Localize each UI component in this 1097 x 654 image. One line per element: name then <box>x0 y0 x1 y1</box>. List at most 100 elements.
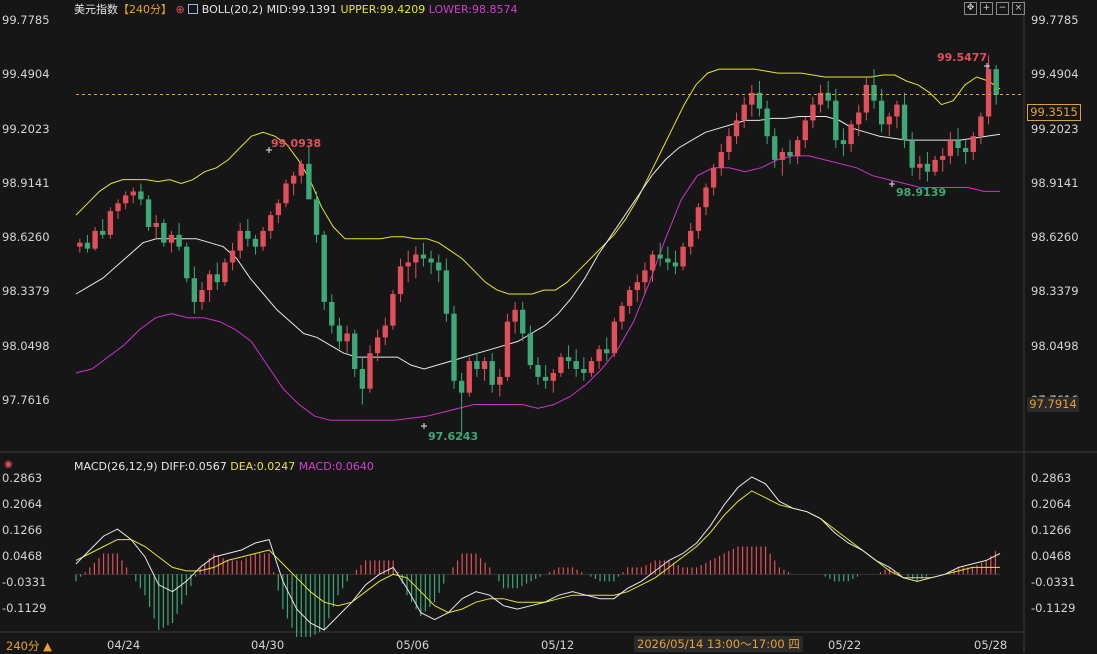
macd-value: MACD:0.0640 <box>298 460 374 473</box>
crosshair-time-label: 2026/05/14 13:00～17:00 四 <box>634 636 803 652</box>
target-icon[interactable]: ◉ <box>4 458 13 471</box>
candle-body <box>535 365 541 377</box>
candle-body <box>649 254 656 271</box>
candle-body <box>726 136 732 152</box>
zoom-out-icon[interactable]: − <box>996 2 1009 15</box>
axis-tick-label: 0.1266 <box>1031 523 1072 537</box>
candle-body <box>962 148 969 152</box>
candle-body <box>856 112 862 125</box>
axis-tick-label: 99.7785 <box>1031 13 1079 27</box>
chart-canvas[interactable] <box>0 0 1097 653</box>
axis-tick-label: 0.0468 <box>1031 549 1072 563</box>
candle-body <box>367 353 373 389</box>
candle-body <box>688 230 694 247</box>
candle-body <box>191 278 198 302</box>
candle-body <box>588 361 595 373</box>
boll-label[interactable]: BOLL(20,2) <box>202 3 263 16</box>
candle-body <box>504 321 511 377</box>
add-icon[interactable]: ⊕ <box>176 3 185 16</box>
candle-body <box>520 309 526 334</box>
lower-value: LOWER:98.8574 <box>428 3 518 16</box>
candle-body <box>848 124 854 145</box>
candle-body <box>558 357 564 373</box>
candle-body <box>206 274 213 291</box>
candle-body <box>573 361 579 369</box>
axis-tick-label: 98.6260 <box>1031 230 1079 245</box>
candle-body <box>100 230 106 235</box>
boll-indicator-icon[interactable] <box>188 4 199 14</box>
candle-body <box>611 321 618 354</box>
high-annotation-1: 99.0938 <box>271 137 322 150</box>
zoom-in-icon[interactable]: + <box>980 2 993 15</box>
candle-body <box>810 104 816 121</box>
axis-tick-label: 98.0498 <box>2 338 50 353</box>
axis-tick-label: 0.2064 <box>2 497 43 511</box>
axis-tick-label: 0.1266 <box>2 523 43 537</box>
last-price-tag: 99.3515 <box>1027 104 1081 121</box>
candle-body <box>604 349 610 354</box>
axis-tick-label: 99.2023 <box>1031 121 1079 136</box>
candle-body <box>642 270 648 283</box>
time-tick-label: 05/06 <box>396 638 430 652</box>
candle-body <box>161 223 167 243</box>
candle-body <box>703 187 709 208</box>
candle-body <box>672 262 679 267</box>
candle-body <box>436 262 442 271</box>
candle-body <box>336 325 343 342</box>
candle-body <box>92 230 98 249</box>
period-button[interactable]: 240分 ▲ <box>6 638 52 654</box>
candle-body <box>145 199 152 227</box>
candle-body <box>596 349 602 362</box>
candle-body <box>168 234 175 243</box>
time-tick-label: 04/24 <box>107 638 141 652</box>
axis-tick-label: 99.4904 <box>1031 67 1079 82</box>
candle-body <box>840 140 847 145</box>
macd-title[interactable]: MACD(26,12,9) <box>74 460 158 473</box>
candle-body <box>313 199 320 235</box>
boll-mid-line <box>75 116 1001 370</box>
candle-body <box>222 262 228 283</box>
axis-tick-label: 0.2863 <box>2 471 43 485</box>
period-tag[interactable]: 【240分】 <box>118 3 172 16</box>
candle-body <box>237 230 243 251</box>
axis-tick-label: 98.6260 <box>2 230 50 245</box>
candle-body <box>229 250 236 263</box>
candle-body <box>153 223 159 227</box>
axis-tick-label: 99.2023 <box>2 121 50 136</box>
candle-body <box>917 163 923 168</box>
candle-body <box>863 84 870 113</box>
candle-body <box>451 313 457 381</box>
close-icon[interactable]: × <box>1012 2 1025 15</box>
move-icon[interactable]: ✥ <box>964 2 977 15</box>
candle-body <box>634 282 640 291</box>
candle-body <box>329 301 335 326</box>
axis-tick-label: -0.0331 <box>1031 575 1076 589</box>
candle-body <box>443 270 450 314</box>
candle-body <box>527 333 534 366</box>
candle-body <box>542 376 549 381</box>
candle-body <box>458 380 465 393</box>
low-annotation-1: 97.6243 <box>428 430 479 443</box>
candle-body <box>122 195 129 204</box>
axis-tick-label: 0.0468 <box>2 549 43 563</box>
candle-body <box>298 163 304 176</box>
candle-body <box>619 305 625 322</box>
candle-body <box>657 254 663 259</box>
candle-body <box>665 258 671 263</box>
candle-body <box>993 69 999 95</box>
axis-tick-label: 99.7785 <box>2 13 50 27</box>
candle-body <box>565 357 572 362</box>
axis-tick-label: 98.9141 <box>1031 175 1079 190</box>
candle-body <box>947 140 954 156</box>
candle-body <box>756 92 763 109</box>
axis-tick-label: 97.7616 <box>2 393 50 407</box>
mid-value: MID:99.1391 <box>266 3 337 16</box>
candle-body <box>176 234 182 247</box>
candle-body <box>138 191 144 200</box>
legend-row: 美元指数【240分】 ⊕ BOLL(20,2) MID:99.1391 UPPE… <box>74 3 517 16</box>
boll-upper-line <box>75 68 1001 295</box>
candle-body <box>764 108 770 137</box>
candle-body <box>344 333 350 342</box>
candle-body <box>894 104 900 117</box>
cursor-price-tag: 97.7914 <box>1027 397 1079 412</box>
